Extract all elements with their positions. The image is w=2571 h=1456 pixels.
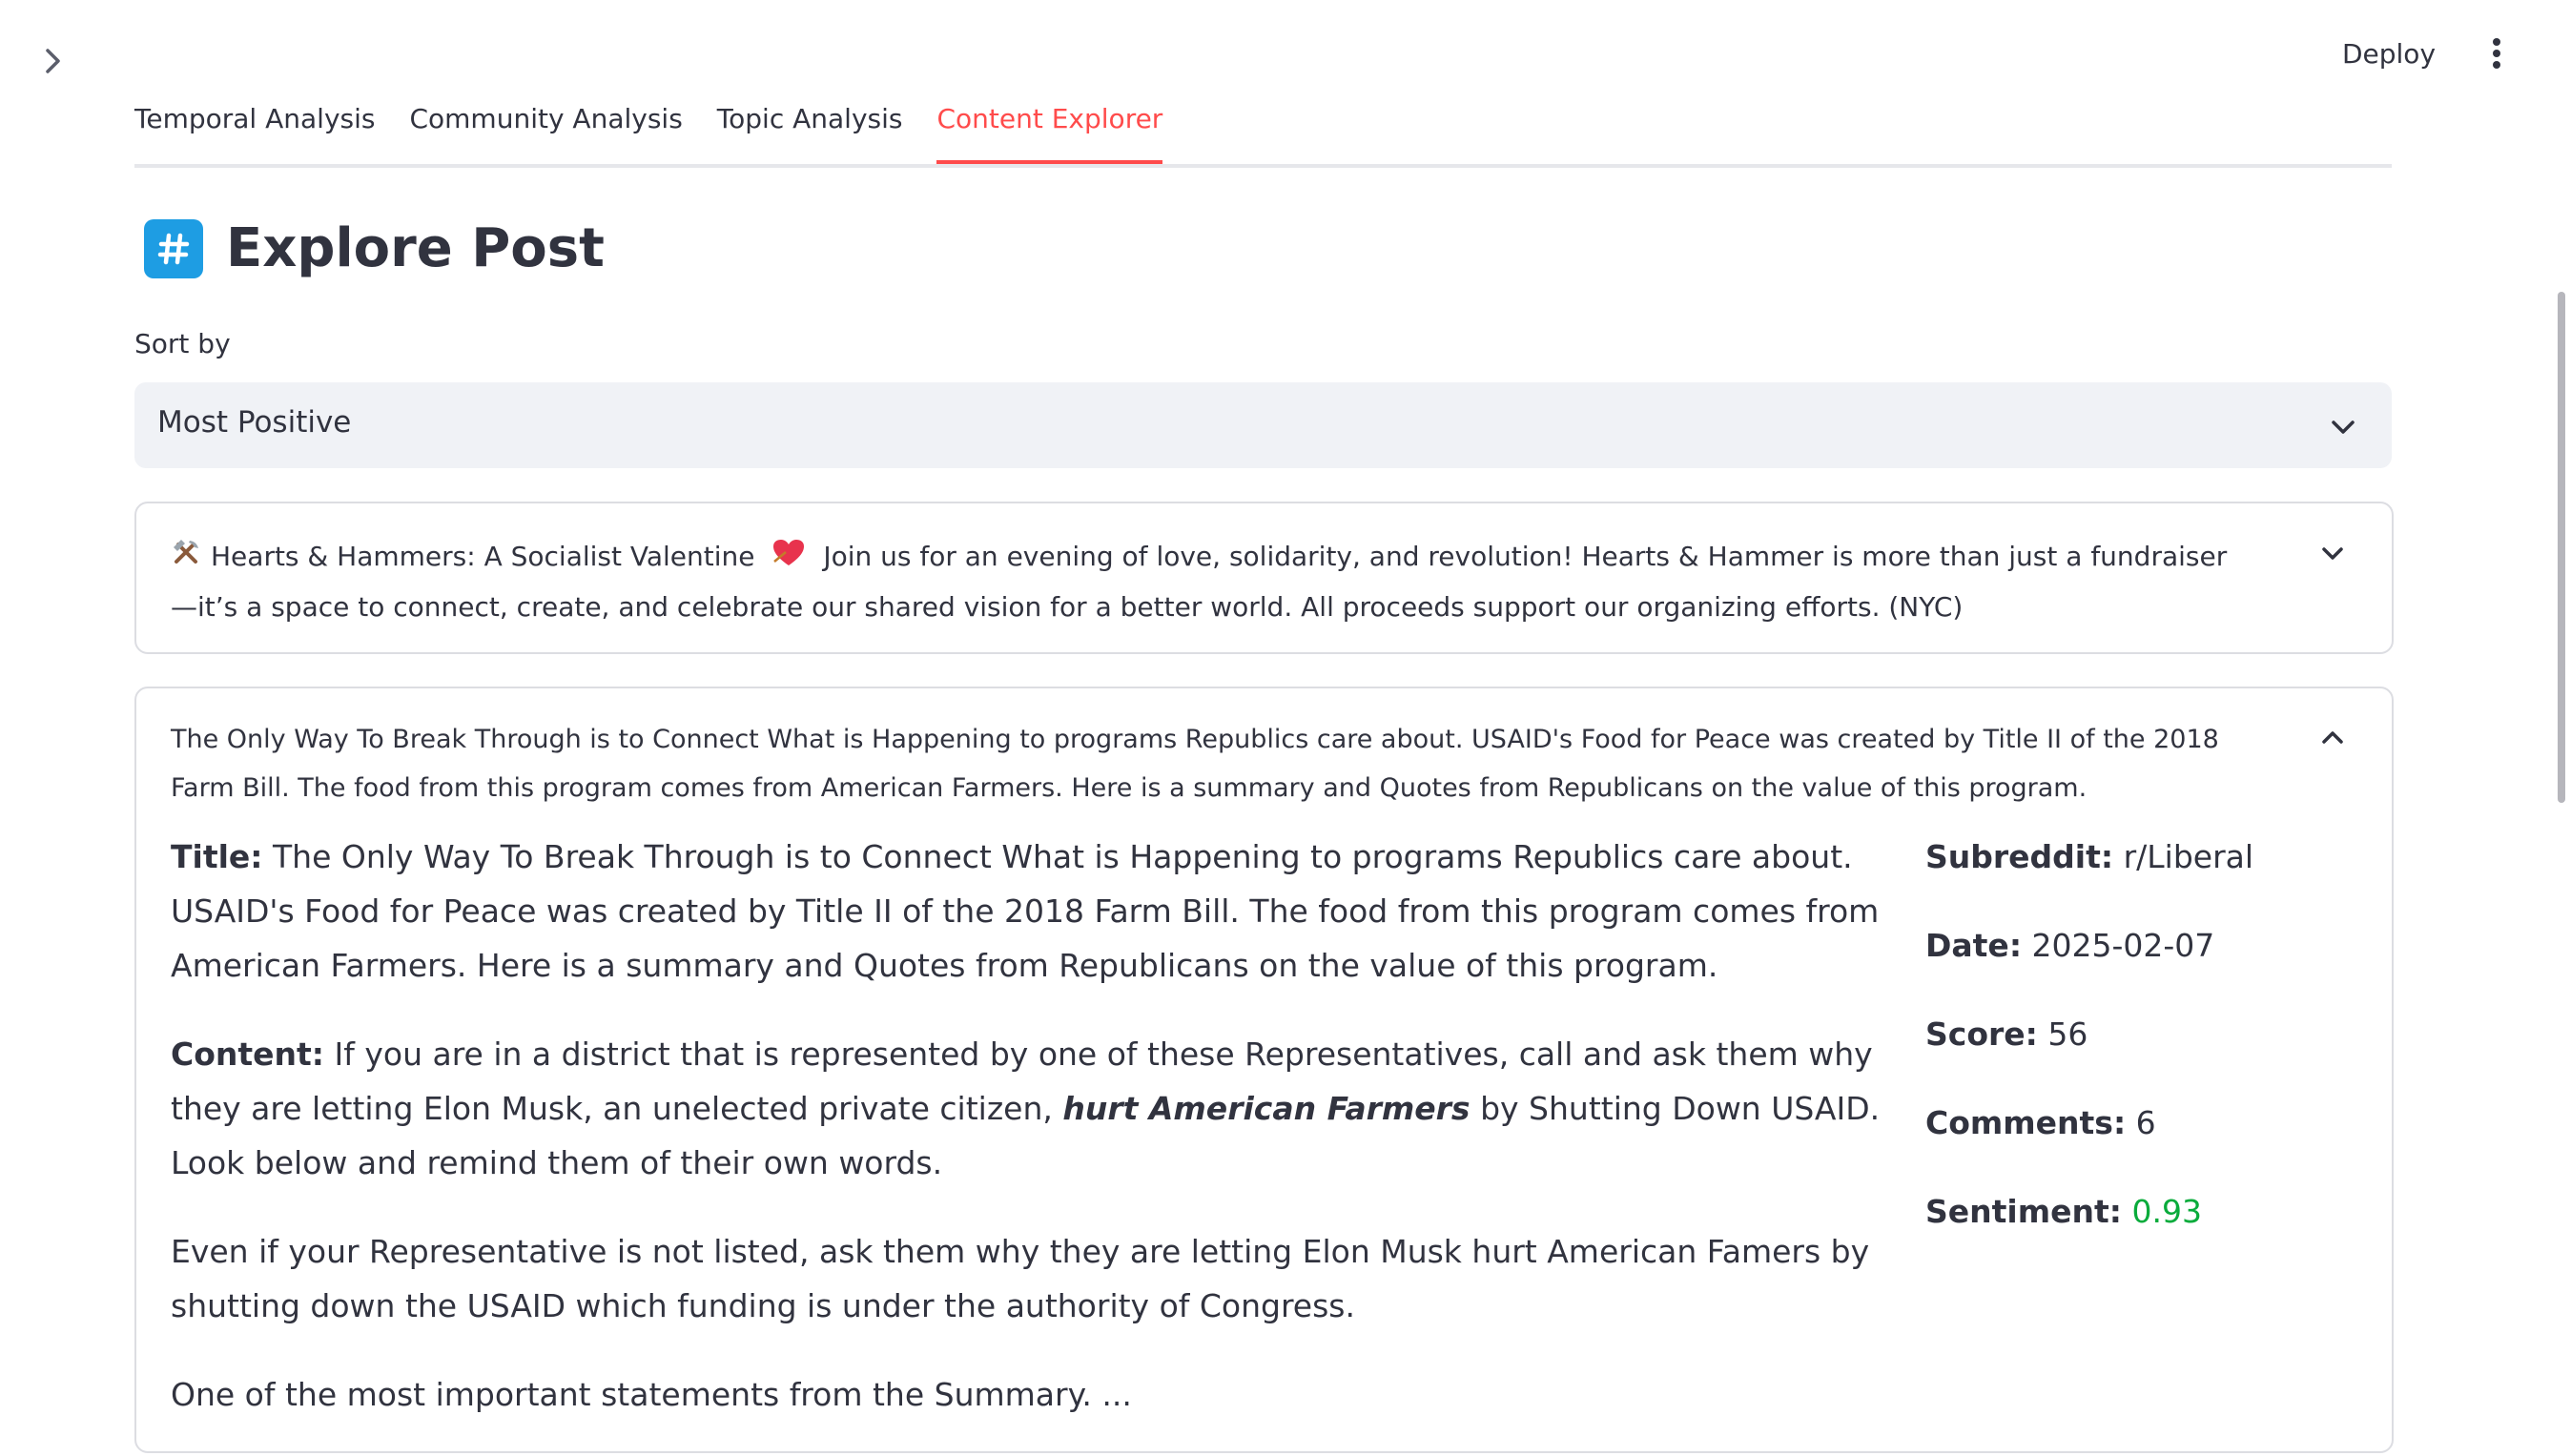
chevron-up-icon[interactable] — [2319, 725, 2346, 751]
page-heading: Explore Post — [144, 217, 605, 279]
post-title: Hearts & Hammers: A Socialist Valentine — [211, 541, 755, 572]
post-body: Title: The Only Way To Break Through is … — [171, 830, 1925, 1456]
score-label: Score: — [1925, 1015, 2038, 1053]
subreddit-label: Subreddit: — [1925, 838, 2114, 875]
meta-subreddit: Subreddit: r/Liberal — [1925, 830, 2253, 918]
title-text: The Only Way To Break Through is to Conn… — [171, 838, 1880, 984]
sort-selected-value: Most Positive — [157, 405, 352, 440]
page-title: Explore Post — [226, 217, 605, 279]
sentiment-label: Sentiment: — [1925, 1193, 2122, 1230]
more-vertical-icon — [2493, 38, 2500, 69]
content-label: Content: — [171, 1036, 325, 1073]
chevron-down-icon — [2332, 420, 2355, 434]
date-value: 2025-02-07 — [2031, 927, 2215, 964]
meta-date: Date: 2025-02-07 — [1925, 918, 2253, 1007]
comments-value: 6 — [2135, 1104, 2156, 1141]
hammer-pick-icon — [171, 534, 201, 583]
tab-topic-analysis[interactable]: Topic Analysis — [717, 93, 903, 160]
hash-icon — [144, 218, 203, 278]
tab-community-analysis[interactable]: Community Analysis — [409, 93, 682, 160]
sort-select[interactable]: Most Positive — [134, 382, 2392, 468]
post-expander[interactable]: Hearts & Hammers: A Socialist Valentine … — [134, 502, 2394, 654]
heart-icon — [772, 534, 805, 583]
deploy-button[interactable]: Deploy — [2327, 31, 2451, 76]
tab-temporal-analysis[interactable]: Temporal Analysis — [134, 93, 375, 160]
sentiment-value: 0.93 — [2131, 1193, 2202, 1230]
meta-sentiment: Sentiment: 0.93 — [1925, 1184, 2253, 1273]
sort-label: Sort by — [134, 328, 231, 359]
content-emphasis: hurt American Farmers — [1062, 1090, 1471, 1127]
post-expander[interactable]: The Only Way To Break Through is to Conn… — [134, 687, 2394, 1453]
deploy-label: Deploy — [2341, 37, 2437, 70]
meta-comments: Comments: 6 — [1925, 1096, 2253, 1184]
post-content-row: Content: If you are in a district that i… — [171, 1027, 1925, 1190]
post-expander-header[interactable]: Hearts & Hammers: A Socialist Valentine … — [171, 532, 2231, 631]
chevron-down-icon[interactable] — [2319, 540, 2346, 566]
meta-score: Score: 56 — [1925, 1007, 2253, 1096]
post-metadata: Subreddit: r/Liberal Date: 2025-02-07 Sc… — [1925, 830, 2253, 1273]
content-paragraph-3: One of the most important statements fro… — [171, 1376, 1132, 1413]
post-title: The Only Way To Break Through is to Conn… — [171, 725, 2219, 803]
sidebar-expand-button[interactable] — [36, 44, 71, 78]
tab-bar: Temporal Analysis Community Analysis Top… — [134, 93, 2392, 168]
subreddit-value: r/Liberal — [2123, 838, 2254, 875]
content-paragraph-2: Even if your Representative is not liste… — [171, 1233, 1870, 1324]
scrollbar-thumb[interactable] — [2558, 292, 2565, 803]
score-value: 56 — [2047, 1015, 2088, 1053]
post-title-row: Title: The Only Way To Break Through is … — [171, 830, 1925, 993]
comments-label: Comments: — [1925, 1104, 2127, 1141]
chevron-right-icon — [46, 49, 60, 73]
main-menu-button[interactable] — [2476, 29, 2518, 78]
date-label: Date: — [1925, 927, 2023, 964]
title-label: Title: — [171, 838, 263, 875]
tab-content-explorer[interactable]: Content Explorer — [936, 93, 1163, 164]
post-expander-header[interactable]: The Only Way To Break Through is to Conn… — [171, 715, 2231, 812]
